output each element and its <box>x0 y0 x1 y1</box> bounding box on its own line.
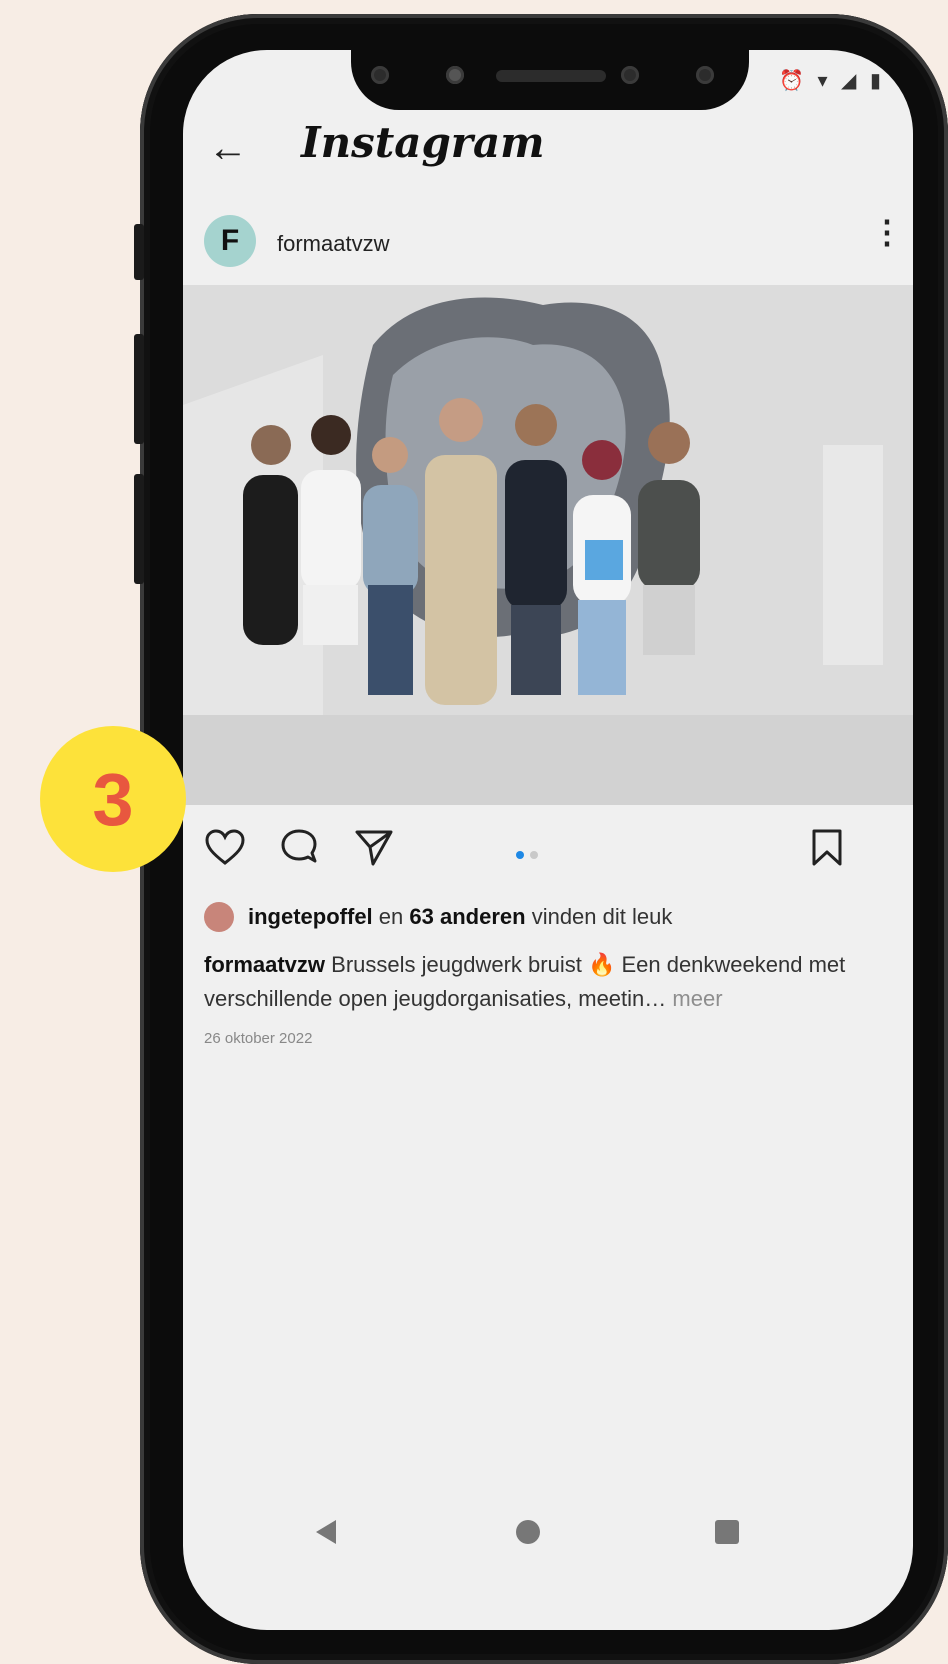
nav-back-icon[interactable] <box>316 1520 336 1544</box>
step-number: 3 <box>92 757 134 841</box>
post-caption: formaatvzw Brussels jeugdwerk bruist 🔥 E… <box>204 948 894 1016</box>
nav-recent-apps-icon[interactable] <box>715 1520 739 1544</box>
likes-suffix: vinden dit leuk <box>531 904 673 929</box>
avatar[interactable]: F <box>204 215 256 267</box>
arrow-left-icon[interactable]: ← <box>208 128 248 168</box>
post-image-graphic <box>183 285 913 805</box>
sensor-icon <box>446 66 464 84</box>
more-vertical-icon[interactable]: ⋮ <box>871 216 903 248</box>
phone-side-button <box>134 224 144 280</box>
liker-name[interactable]: ingetepoffel <box>248 904 373 930</box>
caption-author[interactable]: formaatvzw <box>204 952 325 977</box>
send-icon[interactable] <box>353 828 395 868</box>
comment-icon[interactable] <box>278 828 320 868</box>
heart-icon[interactable] <box>204 828 246 866</box>
bookmark-icon[interactable] <box>809 828 845 868</box>
carousel-dot <box>530 851 538 859</box>
carousel-indicator <box>516 846 544 864</box>
front-camera-icon <box>621 66 639 84</box>
phone-screen: ⏰ ▾ ◢ ▮ ← Instagram F formaatvzw ⋮ inget… <box>183 50 913 1630</box>
caption-more-link[interactable]: meer <box>672 986 722 1011</box>
likes-connector: en <box>378 904 404 929</box>
step-number-badge: 3 <box>40 726 186 872</box>
post-image[interactable] <box>183 285 913 805</box>
app-title: Instagram <box>301 118 545 167</box>
phone-volume-up-button <box>134 334 144 444</box>
post-date: 26 oktober 2022 <box>204 1030 313 1047</box>
notch <box>351 50 749 110</box>
phone-volume-down-button <box>134 474 144 584</box>
nav-home-icon[interactable] <box>516 1520 540 1544</box>
sensor-icon <box>371 66 389 84</box>
earpiece-speaker <box>496 70 606 82</box>
likes-others[interactable]: 63 anderen <box>409 904 525 930</box>
sensor-icon <box>696 66 714 84</box>
carousel-dot-active <box>516 851 524 859</box>
avatar-letter: F <box>220 224 240 257</box>
status-bar-icons: ⏰ ▾ ◢ ▮ <box>779 70 885 92</box>
post-username[interactable]: formaatvzw <box>277 231 389 257</box>
likes-line[interactable]: ingetepoffel en 63 anderen vinden dit le… <box>204 902 672 932</box>
android-navigation-bar <box>183 1510 913 1630</box>
app-header <box>183 110 913 210</box>
liker-avatar <box>204 902 234 932</box>
